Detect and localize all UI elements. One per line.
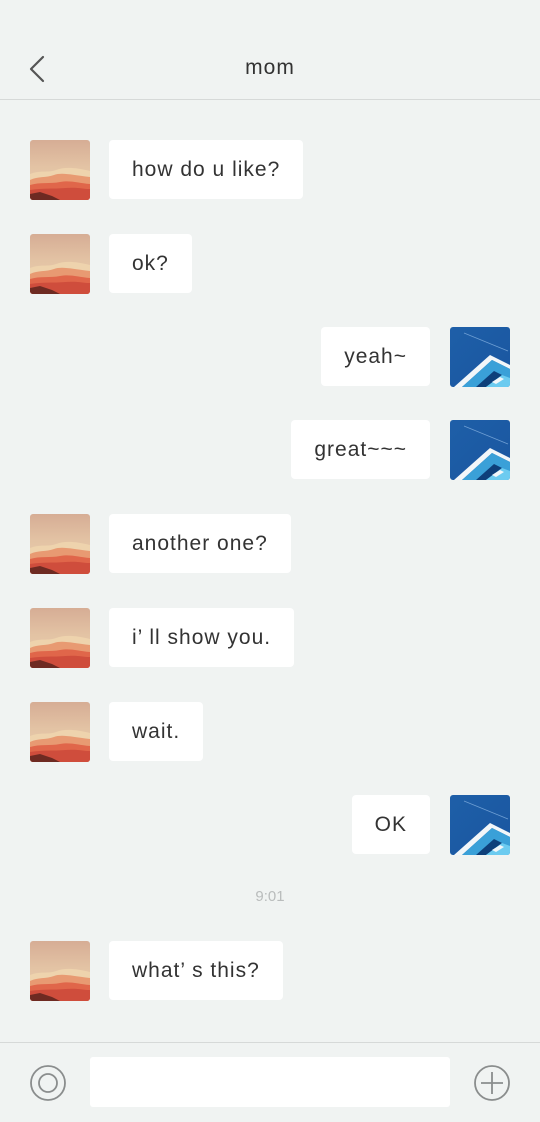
message-timestamp: 9:01 xyxy=(255,888,285,905)
contact-avatar[interactable] xyxy=(30,140,90,200)
message-row-sent: yeah~ xyxy=(0,327,540,387)
message-row-received: wait. xyxy=(0,702,540,762)
contact-avatar[interactable] xyxy=(30,514,90,574)
chat-header: mom xyxy=(0,0,540,100)
message-bubble[interactable]: i’ ll show you. xyxy=(109,608,295,667)
message-bubble[interactable]: great~~~ xyxy=(291,420,430,479)
message-row-sent: OK xyxy=(0,795,540,855)
message-bubble[interactable]: how do u like? xyxy=(109,140,304,199)
message-input[interactable] xyxy=(90,1057,450,1107)
message-row-received: ok? xyxy=(0,234,540,294)
voice-button[interactable] xyxy=(29,1064,67,1102)
message-row-received: i’ ll show you. xyxy=(0,608,540,668)
message-bubble[interactable]: yeah~ xyxy=(321,327,430,386)
voice-circle-icon xyxy=(30,1065,66,1101)
chat-title: mom xyxy=(245,56,295,79)
add-attachment-button[interactable] xyxy=(473,1064,511,1102)
contact-avatar[interactable] xyxy=(30,941,90,1001)
message-bubble[interactable]: another one? xyxy=(109,514,291,573)
user-avatar[interactable] xyxy=(450,795,510,855)
message-bubble[interactable]: wait. xyxy=(109,702,204,761)
user-avatar[interactable] xyxy=(450,420,510,480)
message-bubble[interactable]: what’ s this? xyxy=(109,941,283,1000)
plus-circle-icon xyxy=(474,1065,510,1101)
contact-avatar[interactable] xyxy=(30,608,90,668)
message-row-received: another one? xyxy=(0,514,540,574)
contact-avatar[interactable] xyxy=(30,234,90,294)
message-row-received: how do u like? xyxy=(0,140,540,200)
input-bar xyxy=(0,1042,540,1122)
contact-avatar[interactable] xyxy=(30,702,90,762)
message-row-sent: great~~~ xyxy=(0,420,540,480)
message-bubble[interactable]: ok? xyxy=(109,234,192,293)
message-bubble[interactable]: OK xyxy=(351,795,430,854)
message-row-received: what’ s this? xyxy=(0,941,540,1001)
user-avatar[interactable] xyxy=(450,327,510,387)
